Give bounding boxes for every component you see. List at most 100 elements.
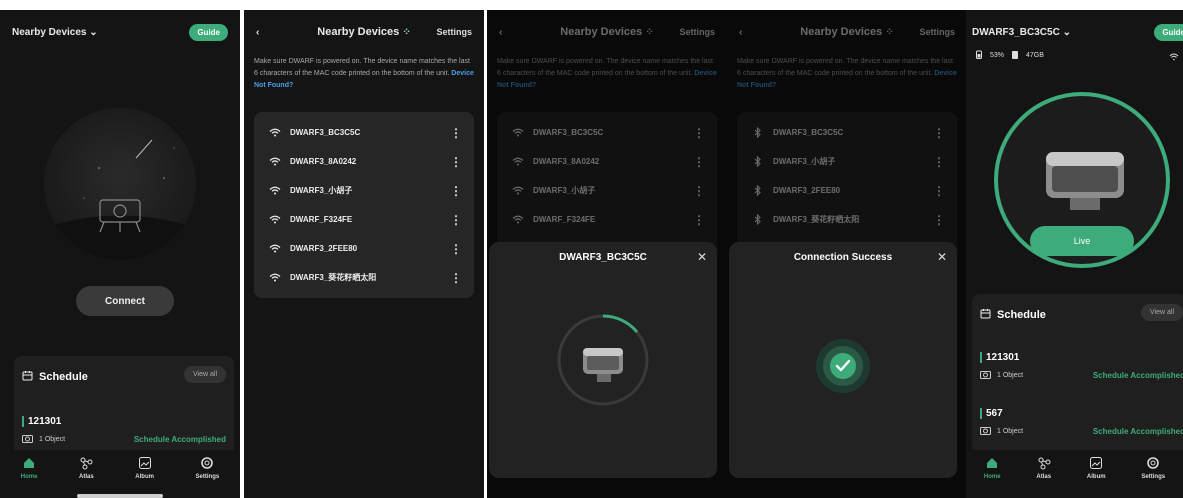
nearby-devices-screen: ‹ Nearby Devices ⁘ Settings Make sure DW… <box>244 10 484 498</box>
top-bar: DWARF3_BC3C5C ⌄ Guide <box>966 18 1183 46</box>
atlas-icon <box>1037 456 1051 470</box>
home-indicator <box>77 494 163 498</box>
success-check-icon <box>816 339 870 393</box>
home-screen-disconnected: Nearby Devices ⌄ Guide Connect Schedule … <box>0 10 240 498</box>
tab-label: Atlas <box>79 474 94 480</box>
device-list: DWARF3_BC3C5C⋮DWARF3_8A0242⋮DWARF3_小胡子⋮D… <box>254 112 474 298</box>
connection-success-screen: ‹ Nearby Devices ⁘ Settings Make sure DW… <box>727 10 967 498</box>
modal-title: DWARF3_BC3C5C <box>559 252 647 263</box>
top-bar: Nearby Devices ⌄ Guide <box>0 18 240 46</box>
hint-text: Make sure DWARF is powered on. The devic… <box>254 56 474 92</box>
more-options-icon[interactable]: ⋮ <box>450 184 462 198</box>
calendar-icon <box>980 308 991 322</box>
tab-home[interactable]: Home <box>20 456 38 480</box>
more-options-icon[interactable]: ⋮ <box>450 155 462 169</box>
connecting-screen: ‹ Nearby Devices ⁘ Settings Make sure DW… <box>487 10 727 498</box>
device-name: DWARF_F324FE <box>290 215 353 224</box>
schedule-item-id: 121301 <box>22 416 226 427</box>
calendar-icon <box>22 370 33 384</box>
device-name: DWARF3_BC3C5C <box>290 128 361 137</box>
device-row[interactable]: DWARF3_2FEE80 ⋮ <box>254 234 474 263</box>
device-row[interactable]: DWARF3_8A0242 ⋮ <box>254 147 474 176</box>
battery-level: 53% <box>990 52 1005 59</box>
settings-icon <box>1146 456 1160 470</box>
tab-label: Atlas <box>1036 474 1052 480</box>
top-bar: ‹ Nearby Devices ⁘ Settings <box>244 18 484 46</box>
wifi-icon <box>266 215 284 224</box>
schedule-header: Schedule <box>980 308 1046 322</box>
back-icon[interactable]: ‹ <box>256 27 259 38</box>
tab-album[interactable]: Album <box>135 456 154 480</box>
wifi-icon <box>1169 48 1179 66</box>
device-selector[interactable]: DWARF3_BC3C5C ⌄ <box>972 27 1071 38</box>
album-icon <box>1089 456 1103 470</box>
schedule-title: Schedule <box>997 309 1046 321</box>
schedule-item[interactable]: 567 1 Object Schedule Accomplished <box>980 408 1183 437</box>
close-icon[interactable]: ✕ <box>937 250 947 264</box>
device-row[interactable]: DWARF3_葵花籽晒太阳 ⋮ <box>254 263 474 292</box>
schedule-title: Schedule <box>39 371 88 383</box>
schedule-item-id: 121301 <box>980 352 1183 363</box>
device-connecting-illustration <box>557 314 649 406</box>
device-row[interactable]: DWARF_F324FE ⋮ <box>254 205 474 234</box>
device-name: DWARF3_2FEE80 <box>290 244 358 253</box>
chevron-down-icon: ⌄ <box>1062 26 1071 38</box>
view-all-button[interactable]: View all <box>1141 304 1183 321</box>
more-options-icon[interactable]: ⋮ <box>450 271 462 285</box>
page-title: Nearby Devices <box>317 26 400 38</box>
atlas-icon <box>79 456 93 470</box>
home-icon <box>22 456 36 470</box>
schedule-item[interactable]: 121301 1 Object Schedule Accomplished <box>980 352 1183 381</box>
live-button[interactable]: Live <box>1030 226 1134 256</box>
tab-label: Home <box>20 474 38 480</box>
guide-button[interactable]: Guide <box>1154 23 1183 41</box>
view-all-button[interactable]: View all <box>184 366 226 383</box>
camera-icon <box>980 370 991 381</box>
wifi-icon <box>266 186 284 195</box>
more-options-icon[interactable]: ⋮ <box>450 126 462 140</box>
wifi-icon <box>266 128 284 137</box>
guide-button[interactable]: Guide <box>189 23 228 41</box>
more-options-icon[interactable]: ⋮ <box>450 213 462 227</box>
close-icon[interactable]: ✕ <box>697 250 707 264</box>
schedule-item-id: 567 <box>980 408 1183 419</box>
tab-label: Home <box>983 474 1001 480</box>
tab-label: Album <box>1086 474 1106 480</box>
schedule-card: Schedule View all 121301 1 Object Schedu… <box>14 356 234 456</box>
home-icon <box>985 456 999 470</box>
connecting-modal: DWARF3_BC3C5C ✕ <box>489 242 717 478</box>
wifi-icon <box>266 273 284 282</box>
connect-button[interactable]: Connect <box>76 286 174 316</box>
hint-message: Make sure DWARF is powered on. The devic… <box>254 58 470 77</box>
tab-atlas[interactable]: Atlas <box>79 456 94 480</box>
tab-album[interactable]: Album <box>1087 456 1106 480</box>
home-screen-connected: DWARF3_BC3C5C ⌄ Guide 53% 47GB Live Sche… <box>966 10 1183 498</box>
tab-settings[interactable]: Settings <box>1141 456 1165 480</box>
modal-title: Connection Success <box>793 252 893 263</box>
battery-icon <box>976 50 982 61</box>
device-selector[interactable]: Nearby Devices ⌄ <box>12 27 98 38</box>
app-screens: Nearby Devices ⌄ Guide Connect Schedule … <box>0 0 1183 498</box>
object-count: 1 Object <box>997 372 1024 379</box>
schedule-status: Schedule Accomplished <box>1092 427 1183 436</box>
success-modal: Connection Success ✕ <box>729 242 957 478</box>
tab-atlas[interactable]: Atlas <box>1036 456 1051 480</box>
tab-settings[interactable]: Settings <box>195 456 220 480</box>
schedule-header: Schedule <box>22 370 88 384</box>
device-name: DWARF3_小胡子 <box>290 186 353 195</box>
schedule-status: Schedule Accomplished <box>133 435 226 444</box>
schedule-status: Schedule Accomplished <box>1092 371 1183 380</box>
device-row[interactable]: DWARF3_BC3C5C ⋮ <box>254 118 474 147</box>
loading-spinner-icon: ⁘ <box>402 27 411 38</box>
tab-home[interactable]: Home <box>984 456 1001 480</box>
object-count: 1 Object <box>997 428 1024 435</box>
header-title: Nearby Devices <box>12 26 87 38</box>
settings-link[interactable]: Settings <box>436 27 472 37</box>
device-row[interactable]: DWARF3_小胡子 ⋮ <box>254 176 474 205</box>
device-status-row: 53% 47GB <box>976 50 1044 61</box>
tab-label: Settings <box>195 474 220 480</box>
schedule-item[interactable]: 121301 1 Object Schedule Accomplished <box>22 416 226 445</box>
settings-icon <box>200 456 214 470</box>
more-options-icon[interactable]: ⋮ <box>450 242 462 256</box>
tab-label: Album <box>135 474 154 480</box>
